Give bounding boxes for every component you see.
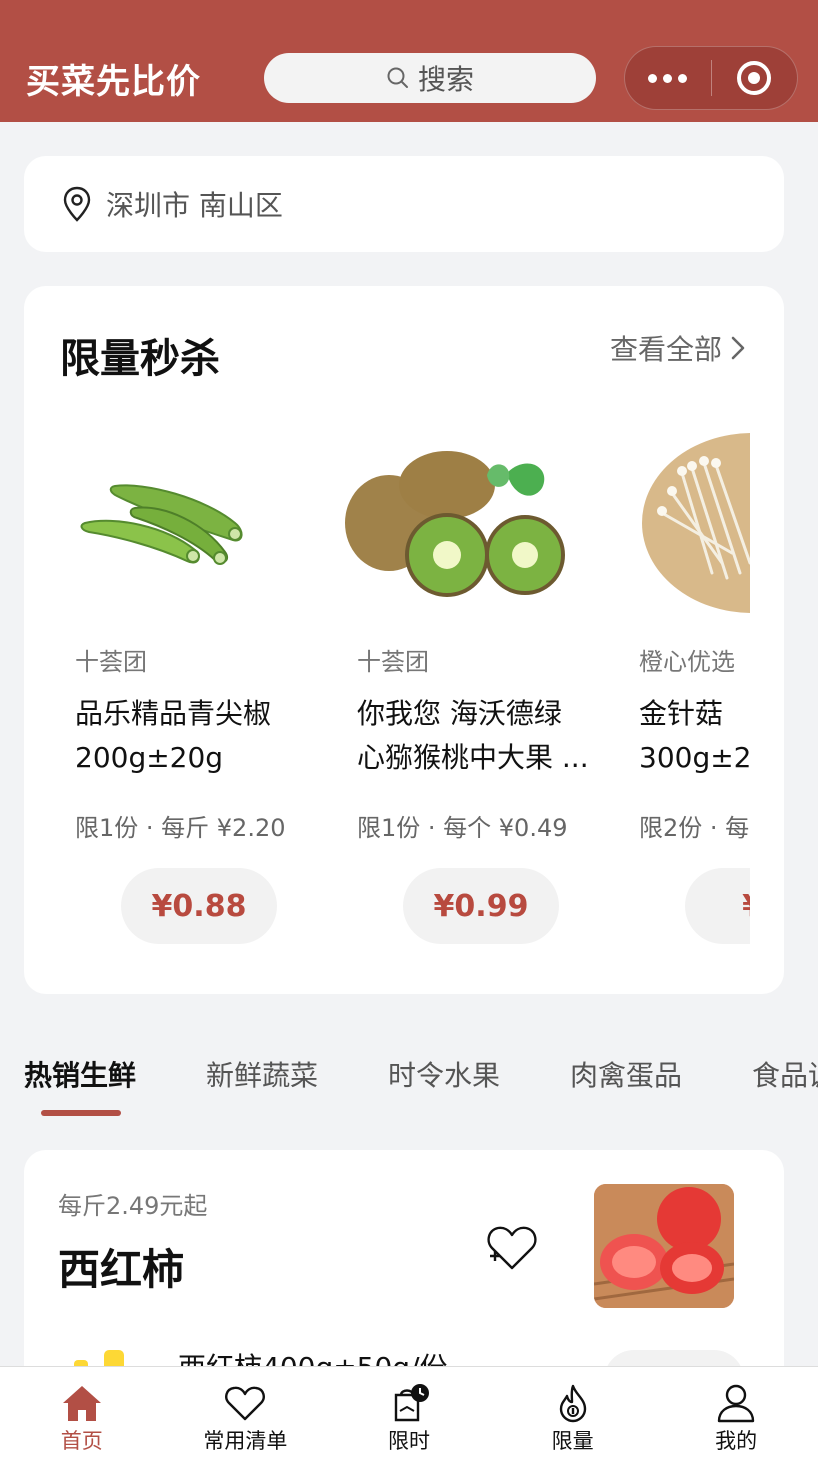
flash-sale-item[interactable]: 橙心优选 金针菇300g±20g 限2份 · 每 ¥0 <box>612 398 750 958</box>
search-label: 搜索 <box>417 63 474 96</box>
active-tab-indicator <box>41 1110 121 1116</box>
nav-home[interactable]: 首页 <box>0 1367 164 1462</box>
nav-profile-label: 我的 <box>715 1429 758 1453</box>
app-title: 买菜先比价 <box>26 62 201 102</box>
product-name: 金针菇300g±20g <box>639 697 750 774</box>
tab-hot-fresh[interactable]: 热销生鲜 <box>24 1054 136 1094</box>
add-favorite-icon[interactable] <box>484 1220 540 1276</box>
nav-favorites-list[interactable]: 常用清单 <box>164 1367 328 1462</box>
flame-icon <box>559 1384 586 1423</box>
nav-favorites-label: 常用清单 <box>203 1429 288 1453</box>
nav-limited-quantity-label: 限量 <box>551 1429 594 1453</box>
more-icon <box>648 73 688 83</box>
flash-sale-card: 限量秒杀 查看全部 十荟团 品乐精品青尖椒200g±20g 限1份 · 每斤 ¥… <box>24 286 784 994</box>
more-button[interactable] <box>625 47 711 109</box>
flash-sale-list[interactable]: 十荟团 品乐精品青尖椒200g±20g 限1份 · 每斤 ¥2.20 ¥0.88 <box>48 398 750 958</box>
search-bar[interactable]: 搜索 <box>264 53 596 103</box>
timed-bag-icon <box>394 1384 429 1422</box>
tab-food[interactable]: 食品调 <box>752 1054 818 1094</box>
search-icon <box>387 67 408 88</box>
nav-limited-quantity[interactable]: 限量 <box>491 1367 655 1462</box>
chevron-right-icon <box>731 336 745 360</box>
flash-sale-item[interactable]: 十荟团 品乐精品青尖椒200g±20g 限1份 · 每斤 ¥2.20 ¥0.88 <box>48 398 302 958</box>
product-title: 西红柿 <box>58 1245 185 1294</box>
price-button[interactable]: ¥0.99 <box>403 868 559 944</box>
tab-seasonal-fruits[interactable]: 时令水果 <box>388 1054 500 1094</box>
product-name: 你我您 海沃德绿心猕猴桃中大果 ... <box>357 697 589 774</box>
location-pin-icon <box>63 186 91 222</box>
close-program-button[interactable] <box>712 47 798 109</box>
purchase-limit: 限1份 · 每个 ¥0.49 <box>357 814 568 842</box>
view-all-link[interactable]: 查看全部 <box>610 328 748 368</box>
location-selector[interactable]: 深圳市 南山区 <box>24 156 784 252</box>
shop-name: 橙心优选 <box>639 648 735 676</box>
bottom-nav: 首页 常用清单 限时 限量 我的 <box>0 1366 818 1462</box>
location-text: 深圳市 南山区 <box>106 189 283 222</box>
flash-sale-item[interactable]: 十荟团 你我您 海沃德绿心猕猴桃中大果 ... 限1份 · 每个 ¥0.49 ¥… <box>330 398 589 958</box>
enoki-mushroom-image <box>612 402 750 624</box>
nav-home-label: 首页 <box>60 1429 103 1453</box>
flash-sale-title: 限量秒杀 <box>60 336 220 382</box>
tab-meat-poultry-eggs[interactable]: 肉禽蛋品 <box>570 1054 682 1094</box>
nav-profile[interactable]: 我的 <box>654 1367 818 1462</box>
heart-icon <box>225 1386 266 1421</box>
view-all-label: 查看全部 <box>609 333 722 366</box>
shop-name: 十荟团 <box>357 648 429 676</box>
product-name: 品乐精品青尖椒200g±20g <box>75 697 272 774</box>
product-price-from: 每斤2.49元起 <box>58 1192 208 1220</box>
user-icon <box>717 1384 755 1423</box>
kiwi-image <box>330 402 584 624</box>
app-header: 买菜先比价 搜索 <box>0 0 818 122</box>
mini-program-capsule <box>624 46 798 110</box>
home-icon <box>62 1386 101 1421</box>
category-tabs: 热销生鲜 新鲜蔬菜 时令水果 肉禽蛋品 食品调 <box>0 1040 818 1130</box>
tomato-image <box>594 1184 734 1308</box>
target-icon <box>737 61 772 95</box>
tab-fresh-vegetables[interactable]: 新鲜蔬菜 <box>206 1054 318 1094</box>
price-button[interactable]: ¥0.88 <box>121 868 277 944</box>
purchase-limit: 限2份 · 每 <box>639 814 750 842</box>
shop-name: 十荟团 <box>75 648 147 676</box>
price-button[interactable]: ¥0 <box>685 868 750 944</box>
nav-limited-time-label: 限时 <box>387 1429 430 1453</box>
green-pepper-image <box>48 402 302 624</box>
purchase-limit: 限1份 · 每斤 ¥2.20 <box>75 814 286 842</box>
nav-limited-time[interactable]: 限时 <box>327 1367 491 1462</box>
